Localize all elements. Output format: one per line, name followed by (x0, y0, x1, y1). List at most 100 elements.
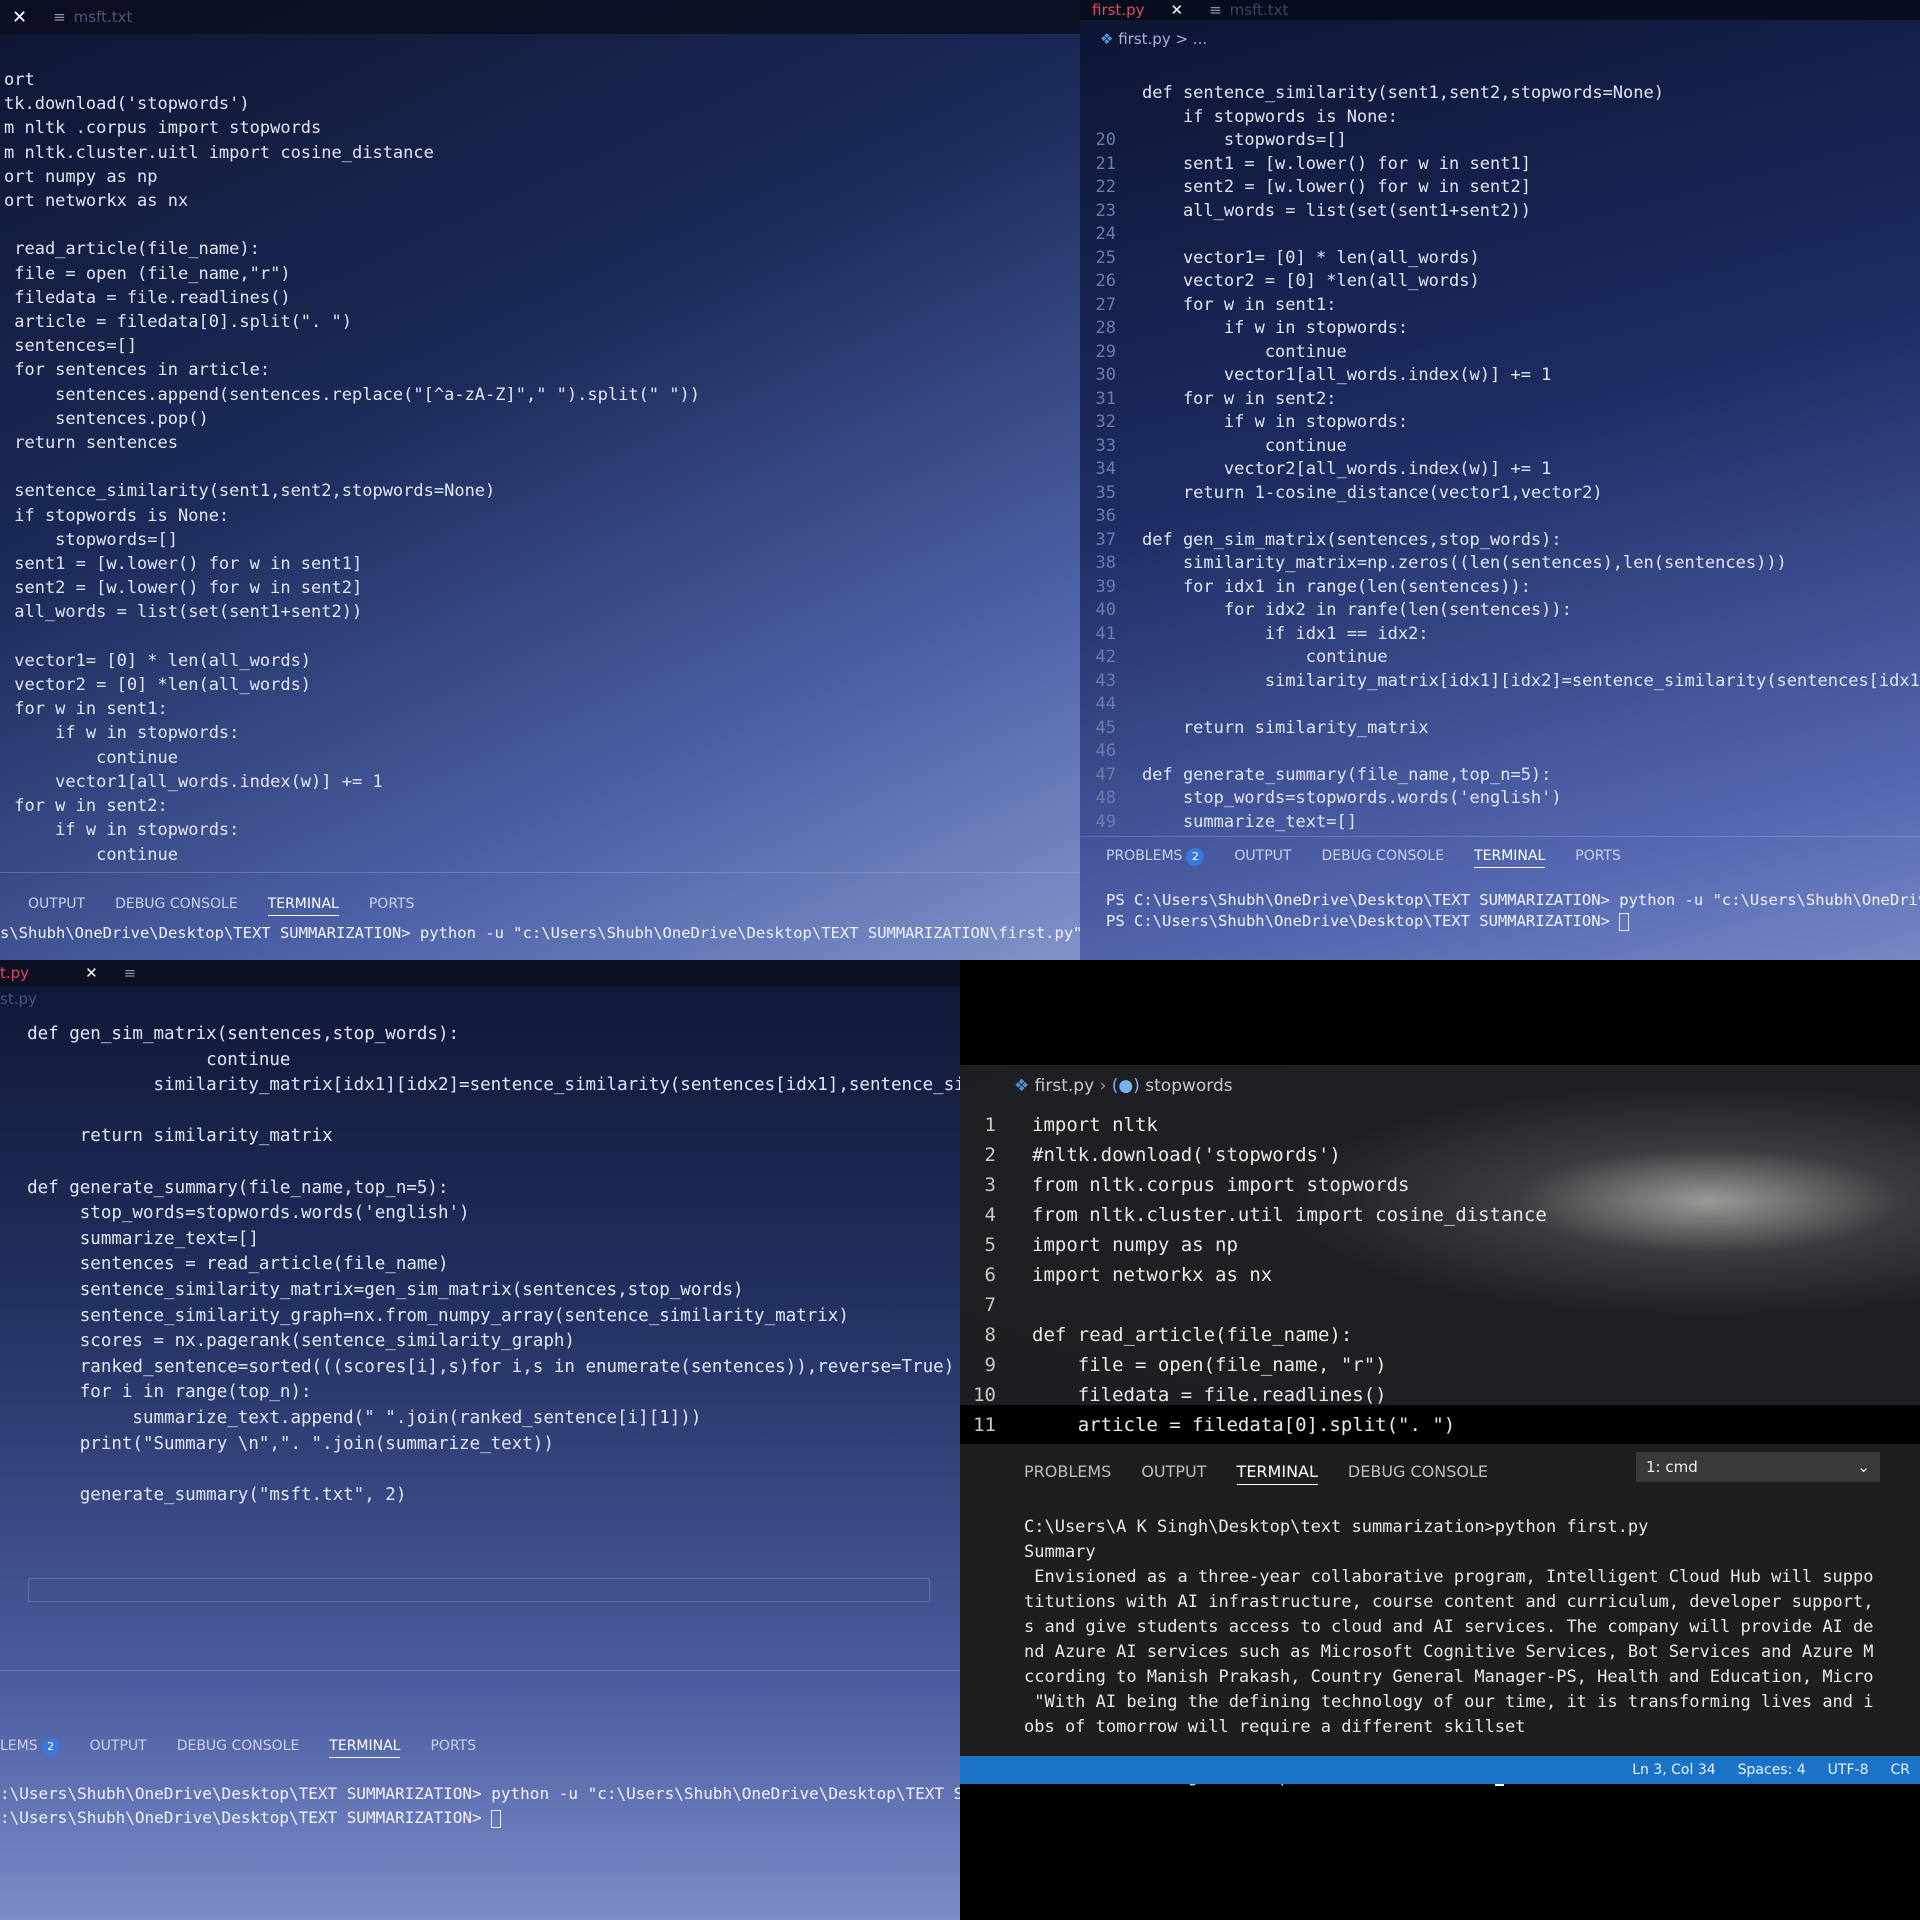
terminal-output[interactable]: C:\Users\A K Singh\Desktop\text summariz… (1024, 1515, 1874, 1790)
code-line[interactable]: continue (6, 1048, 960, 1074)
code-line[interactable]: read_article(file_name): (4, 237, 700, 261)
tab-output[interactable]: OUTPUT (90, 1738, 147, 1758)
tab-ports[interactable]: PORTS (369, 896, 415, 916)
close-tab-icon[interactable]: ✕ (85, 964, 98, 982)
code-line[interactable]: 6 import networkx as nx (960, 1260, 1547, 1290)
code-line[interactable]: 27 for w in sent1: (1080, 294, 1920, 318)
code-line[interactable]: 7 (960, 1290, 1547, 1320)
code-editor[interactable]: def gen_sim_matrix(sentences,stop_words)… (6, 1022, 960, 1508)
code-line[interactable]: 25 vector1= [0] * len(all_words) (1080, 247, 1920, 271)
tab-problems[interactable]: PROBLEMS (1024, 1462, 1111, 1485)
code-line[interactable]: ranked_sentence=sorted(((scores[i],s)for… (6, 1355, 960, 1381)
terminal-output[interactable]: PS C:\Users\Shubh\OneDrive\Desktop\TEXT … (1106, 890, 1920, 932)
code-line[interactable]: sentence_similarity(sent1,sent2,stopword… (4, 479, 700, 503)
code-line[interactable]: ort numpy as np (4, 165, 700, 189)
code-line[interactable]: 43 similarity_matrix[idx1][idx2]=sentenc… (1080, 670, 1920, 694)
code-line[interactable]: sentences = read_article(file_name) (6, 1252, 960, 1278)
tab-ports[interactable]: PORTS (1575, 848, 1621, 868)
tab-output[interactable]: OUTPUT (1234, 848, 1291, 868)
code-line[interactable]: 42 continue (1080, 646, 1920, 670)
code-line[interactable]: ort networkx as nx (4, 189, 700, 213)
code-line[interactable]: similarity_matrix[idx1][idx2]=sentence_s… (6, 1073, 961, 1099)
tab-terminal[interactable]: TERMINAL (329, 1738, 401, 1758)
code-line[interactable]: stopwords=[] (4, 528, 700, 552)
code-editor[interactable]: def sentence_similarity(sent1,sent2,stop… (1080, 82, 1920, 834)
code-editor[interactable]: ort tk.download('stopwords') m nltk .corpu… (4, 68, 700, 867)
code-line[interactable]: sentences.pop() (4, 407, 700, 431)
code-line[interactable]: generate_summary("msft.txt", 2) (6, 1483, 960, 1509)
tab-terminal[interactable]: TERMINAL (1236, 1462, 1318, 1485)
code-line[interactable]: 21 sent1 = [w.lower() for w in sent1] (1080, 153, 1920, 177)
code-line[interactable]: 37 def gen_sim_matrix(sentences,stop_word… (1080, 529, 1920, 553)
code-line[interactable]: sent2 = [w.lower() for w in sent2] (4, 576, 700, 600)
code-line[interactable]: 33 continue (1080, 435, 1920, 459)
code-editor[interactable]: 1 import nltk 2 #nltk.download('stopwords')… (960, 1110, 1547, 1440)
code-line[interactable]: 9 file = open(file_name, "r") (960, 1350, 1547, 1380)
code-line[interactable]: 22 sent2 = [w.lower() for w in sent2] (1080, 176, 1920, 200)
code-line[interactable]: 35 return 1-cosine_distance(vector1,vect… (1080, 482, 1920, 506)
code-line[interactable]: for w in sent2: (4, 794, 700, 818)
status-encoding[interactable]: UTF-8 (1828, 1762, 1869, 1778)
code-line[interactable]: 10 filedata = file.readlines() (960, 1380, 1547, 1410)
tab-debug-console[interactable]: DEBUG CONSOLE (1321, 848, 1444, 868)
code-line[interactable]: 36 (1080, 505, 1920, 529)
code-line[interactable] (6, 1099, 960, 1125)
code-line[interactable]: 49 summarize_text=[] (1080, 811, 1920, 835)
code-line[interactable]: vector1[all_words.index(w)] += 1 (4, 770, 700, 794)
tab-terminal[interactable]: TERMINAL (267, 896, 339, 916)
code-line[interactable]: if stopwords is None: (4, 504, 700, 528)
tab-first-py[interactable]: first.py (1092, 1, 1144, 19)
code-line[interactable]: for sentences in article: (4, 358, 700, 382)
code-line[interactable]: return sentences (4, 431, 700, 455)
code-line[interactable]: 8 def read_article(file_name): (960, 1320, 1547, 1350)
code-line[interactable]: continue (4, 843, 700, 867)
code-line[interactable]: for w in sent1: (4, 697, 700, 721)
close-tab-icon[interactable]: ✕ (1170, 1, 1183, 19)
breadcrumb[interactable]: st.py (0, 990, 37, 1008)
code-line[interactable]: stop_words=stopwords.words('english') (6, 1201, 960, 1227)
code-line[interactable]: def gen_sim_matrix(sentences,stop_words)… (6, 1022, 960, 1048)
code-line[interactable]: return similarity_matrix (6, 1124, 960, 1150)
code-line[interactable]: 2 #nltk.download('stopwords') (960, 1140, 1547, 1170)
code-line[interactable]: 1 import nltk (960, 1110, 1547, 1140)
code-line[interactable]: continue (4, 746, 700, 770)
code-line[interactable]: 34 vector2[all_words.index(w)] += 1 (1080, 458, 1920, 482)
tab-debug-console[interactable]: DEBUG CONSOLE (115, 896, 238, 916)
code-line[interactable]: 32 if w in stopwords: (1080, 411, 1920, 435)
code-line[interactable]: all_words = list(set(sent1+sent2)) (4, 600, 700, 624)
code-line[interactable]: vector2 = [0] *len(all_words) (4, 673, 700, 697)
code-line[interactable]: 20 stopwords=[] (1080, 129, 1920, 153)
code-line[interactable]: 44 (1080, 693, 1920, 717)
code-line[interactable]: 23 all_words = list(set(sent1+sent2)) (1080, 200, 1920, 224)
code-line[interactable]: 26 vector2 = [0] *len(all_words) (1080, 270, 1920, 294)
code-line[interactable] (6, 1150, 960, 1176)
code-line[interactable]: summarize_text=[] (6, 1227, 960, 1253)
code-line[interactable]: sentences.append(sentences.replace("[^a-… (4, 383, 700, 407)
code-line[interactable]: tk.download('stopwords') (4, 92, 700, 116)
code-line[interactable]: 30 vector1[all_words.index(w)] += 1 (1080, 364, 1920, 388)
code-line[interactable] (6, 1457, 960, 1483)
code-line[interactable]: 46 (1080, 740, 1920, 764)
close-tab-icon[interactable]: ✕ (12, 7, 27, 28)
tab-debug-console[interactable]: DEBUG CONSOLE (177, 1738, 300, 1758)
code-line[interactable]: summarize_text.append(" ".join(ranked_se… (6, 1406, 960, 1432)
tab-output[interactable]: OUTPUT (1141, 1462, 1206, 1485)
code-line[interactable]: 48 stop_words=stopwords.words('english') (1080, 787, 1920, 811)
status-indentation[interactable]: Spaces: 4 (1738, 1762, 1806, 1778)
code-line[interactable]: 31 for w in sent2: (1080, 388, 1920, 412)
code-line[interactable]: sentences=[] (4, 334, 700, 358)
tab-terminal[interactable]: TERMINAL (1474, 848, 1546, 868)
code-line[interactable] (4, 625, 700, 649)
code-line[interactable]: for i in range(top_n): (6, 1380, 960, 1406)
code-line[interactable]: if w in stopwords: (4, 818, 700, 842)
tab-debug-console[interactable]: DEBUG CONSOLE (1348, 1462, 1488, 1485)
code-line[interactable]: if w in stopwords: (4, 721, 700, 745)
code-line[interactable]: print("Summary \n",". ".join(summarize_t… (6, 1432, 960, 1458)
code-line[interactable]: filedata = file.readlines() (4, 286, 700, 310)
code-line[interactable]: 39 for idx1 in range(len(sentences)): (1080, 576, 1920, 600)
code-line[interactable]: ort (4, 68, 700, 92)
code-line[interactable]: 5 import numpy as np (960, 1230, 1547, 1260)
code-line[interactable]: 29 continue (1080, 341, 1920, 365)
tab-first-py[interactable]: t.py (0, 964, 29, 982)
breadcrumb[interactable]: ❖ first.py › (●) stopwords (1014, 1076, 1233, 1096)
